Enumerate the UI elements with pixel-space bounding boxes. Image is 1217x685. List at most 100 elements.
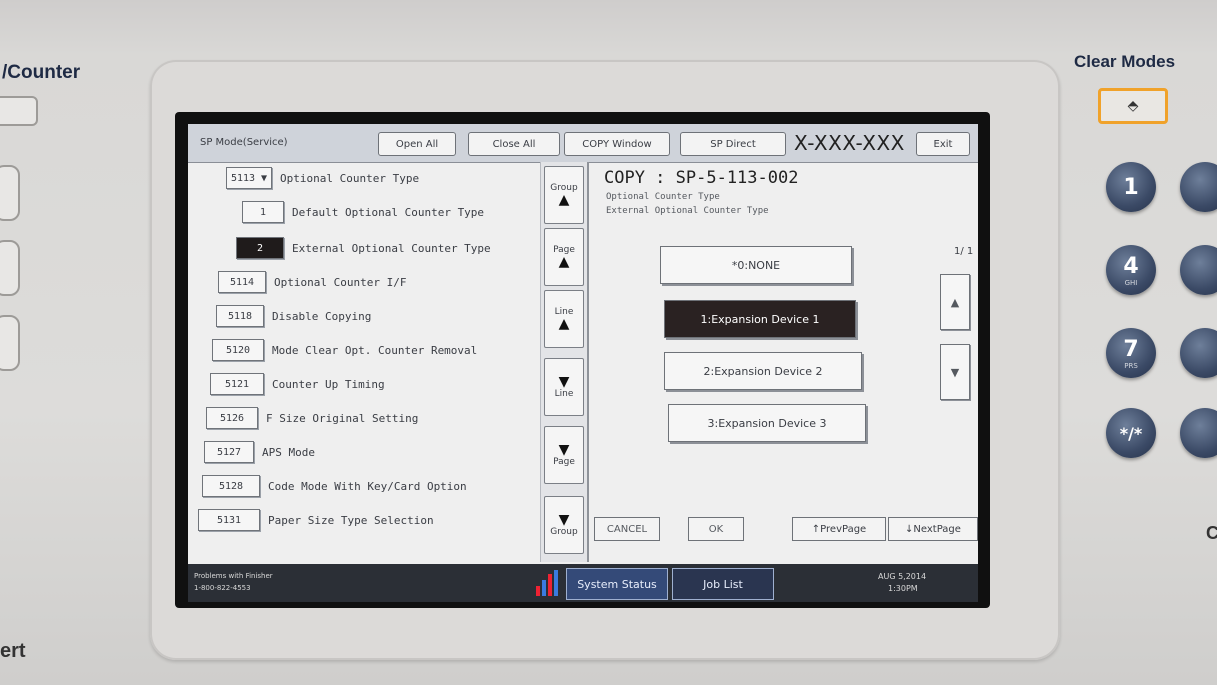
sp-title: COPY : SP-5-113-002 bbox=[604, 168, 799, 188]
sp-number[interactable]: 5121 bbox=[210, 373, 264, 395]
time-display: 1:30PM bbox=[888, 584, 918, 593]
job-list-button[interactable]: Job List bbox=[672, 568, 774, 600]
system-status-button[interactable]: System Status bbox=[566, 568, 668, 600]
keypad-1[interactable]: 1 bbox=[1106, 162, 1156, 212]
detail-panel: COPY : SP-5-113-002 Optional Counter Typ… bbox=[588, 162, 978, 562]
group-up-button[interactable]: Group ▲ bbox=[544, 166, 584, 224]
list-item[interactable]: 5120 Mode Clear Opt. Counter Removal bbox=[212, 338, 477, 362]
list-item[interactable]: 5121 Counter Up Timing bbox=[210, 372, 385, 396]
arrow-up-icon: ▲ bbox=[558, 316, 570, 332]
list-item[interactable]: 1 Default Optional Counter Type bbox=[242, 200, 484, 224]
panel-label-right: C bbox=[1206, 523, 1217, 543]
sp-label: APS Mode bbox=[262, 445, 315, 459]
exit-button[interactable]: Exit bbox=[916, 132, 970, 156]
arrow-down-icon: ▼ bbox=[558, 374, 570, 390]
scroll-up-button[interactable]: ▲ bbox=[940, 274, 970, 330]
clear-modes-icon: ⬘ bbox=[1127, 98, 1139, 114]
next-page-button[interactable]: ↓NextPage bbox=[888, 517, 978, 541]
sp-label: Default Optional Counter Type bbox=[292, 205, 485, 219]
keypad-digit: 4 bbox=[1123, 253, 1139, 279]
close-all-button[interactable]: Close All bbox=[468, 132, 560, 156]
option-button[interactable]: *0:NONE bbox=[660, 246, 852, 284]
page-up-button[interactable]: Page ▲ bbox=[544, 228, 584, 286]
top-bar: SP Mode(Service) Open All Close All COPY… bbox=[188, 124, 978, 163]
sp-label: Counter Up Timing bbox=[272, 377, 385, 391]
group-down-button[interactable]: ▼ Group bbox=[544, 496, 584, 554]
counter-key[interactable] bbox=[0, 96, 38, 126]
problem-message: Problems with Finisher bbox=[194, 572, 273, 580]
sp-number[interactable]: 5118 bbox=[216, 305, 264, 327]
side-key-3[interactable] bbox=[0, 315, 20, 371]
status-bar: Problems with Finisher 1-800-822-4553 Sy… bbox=[188, 564, 978, 602]
keypad-digit: */* bbox=[1119, 423, 1143, 443]
side-key-2[interactable] bbox=[0, 240, 20, 296]
counter-label: /Counter bbox=[2, 62, 81, 83]
list-item[interactable]: 5118 Disable Copying bbox=[216, 304, 371, 328]
keypad-digit: 1 bbox=[1123, 174, 1139, 200]
list-item[interactable]: 5114 Optional Counter I/F bbox=[218, 270, 406, 294]
option-button[interactable]: 2:Expansion Device 2 bbox=[664, 352, 862, 390]
sp-number[interactable]: 5113 ▼ bbox=[226, 167, 272, 189]
sp-label: Optional Counter Type bbox=[280, 171, 420, 185]
model-number: X-XXX-XXX bbox=[794, 131, 905, 155]
page-down-button[interactable]: ▼ Page bbox=[544, 426, 584, 484]
keypad-letters: GHI bbox=[1124, 278, 1138, 287]
sp-subtitle: External Optional Counter Type bbox=[606, 206, 769, 216]
sp-label: Mode Clear Opt. Counter Removal bbox=[272, 343, 478, 357]
line-down-button[interactable]: ▼ Line bbox=[544, 358, 584, 416]
sp-label: Code Mode With Key/Card Option bbox=[268, 479, 467, 493]
keypad-5[interactable] bbox=[1180, 245, 1217, 295]
option-button-selected[interactable]: 1:Expansion Device 1 bbox=[664, 300, 856, 338]
list-item[interactable]: 5126 F Size Original Setting bbox=[206, 406, 418, 430]
nav-label: Page bbox=[553, 457, 575, 467]
clear-modes-button[interactable]: ⬘ bbox=[1098, 88, 1168, 124]
list-item[interactable]: 5128 Code Mode With Key/Card Option bbox=[202, 474, 467, 498]
sp-label: External Optional Counter Type bbox=[292, 241, 491, 255]
keypad-4[interactable]: 4 GHI bbox=[1106, 245, 1156, 295]
arrow-up-icon: ▲ bbox=[950, 295, 960, 309]
list-item[interactable]: 5131 Paper Size Type Selection bbox=[198, 508, 434, 532]
keypad-2[interactable] bbox=[1180, 162, 1217, 212]
arrow-up-icon: ▲ bbox=[558, 192, 570, 208]
sp-number[interactable]: 5120 bbox=[212, 339, 264, 361]
cancel-button[interactable]: CANCEL bbox=[594, 517, 660, 541]
option-button[interactable]: 3:Expansion Device 3 bbox=[668, 404, 866, 442]
ok-button[interactable]: OK bbox=[688, 517, 744, 541]
keypad-letters: PRS bbox=[1124, 361, 1138, 370]
arrow-up-icon: ▲ bbox=[558, 254, 570, 270]
side-key-1[interactable] bbox=[0, 165, 20, 221]
list-item[interactable]: 2 External Optional Counter Type bbox=[236, 236, 491, 260]
service-phone: 1-800-822-4553 bbox=[194, 584, 251, 592]
open-all-button[interactable]: Open All bbox=[378, 132, 456, 156]
keypad-7[interactable]: 7 PRS bbox=[1106, 328, 1156, 378]
sp-number[interactable]: 5126 bbox=[206, 407, 258, 429]
sp-number[interactable]: 5114 bbox=[218, 271, 266, 293]
arrow-down-icon: ▼ bbox=[558, 512, 570, 528]
sp-number[interactable]: 1 bbox=[242, 201, 284, 223]
sp-direct-button[interactable]: SP Direct bbox=[680, 132, 786, 156]
keypad-8[interactable] bbox=[1180, 328, 1217, 378]
sp-number-selected[interactable]: 2 bbox=[236, 237, 284, 259]
navigation-column: Group ▲ Page ▲ Line ▲ ▼ Line ▼ Page ▼ Gr… bbox=[540, 162, 589, 562]
sp-subtitle: Optional Counter Type bbox=[606, 192, 720, 202]
line-up-button[interactable]: Line ▲ bbox=[544, 290, 584, 348]
list-item[interactable]: 5127 APS Mode bbox=[204, 440, 315, 464]
sp-label: F Size Original Setting bbox=[266, 411, 419, 425]
sp-list: 5113 ▼ Optional Counter Type 1 Default O… bbox=[188, 162, 540, 562]
copy-window-button[interactable]: COPY Window bbox=[564, 132, 670, 156]
arrow-down-icon: ▼ bbox=[558, 442, 570, 458]
sp-number[interactable]: 5127 bbox=[204, 441, 254, 463]
list-item[interactable]: 5113 ▼ Optional Counter Type bbox=[226, 166, 419, 190]
arrow-down-icon: ▼ bbox=[950, 365, 960, 379]
clear-modes-label: Clear Modes bbox=[1074, 52, 1176, 71]
keypad-star[interactable]: */* bbox=[1106, 408, 1156, 458]
nav-label: Group bbox=[550, 527, 578, 537]
scroll-down-button[interactable]: ▼ bbox=[940, 344, 970, 400]
nav-label: Line bbox=[554, 389, 574, 399]
sp-number[interactable]: 5128 bbox=[202, 475, 260, 497]
prev-page-button[interactable]: ↑PrevPage bbox=[792, 517, 886, 541]
sp-label: Optional Counter I/F bbox=[274, 275, 407, 289]
sp-number[interactable]: 5131 bbox=[198, 509, 260, 531]
keypad-digit: 7 bbox=[1123, 336, 1139, 362]
keypad-0[interactable] bbox=[1180, 408, 1217, 458]
